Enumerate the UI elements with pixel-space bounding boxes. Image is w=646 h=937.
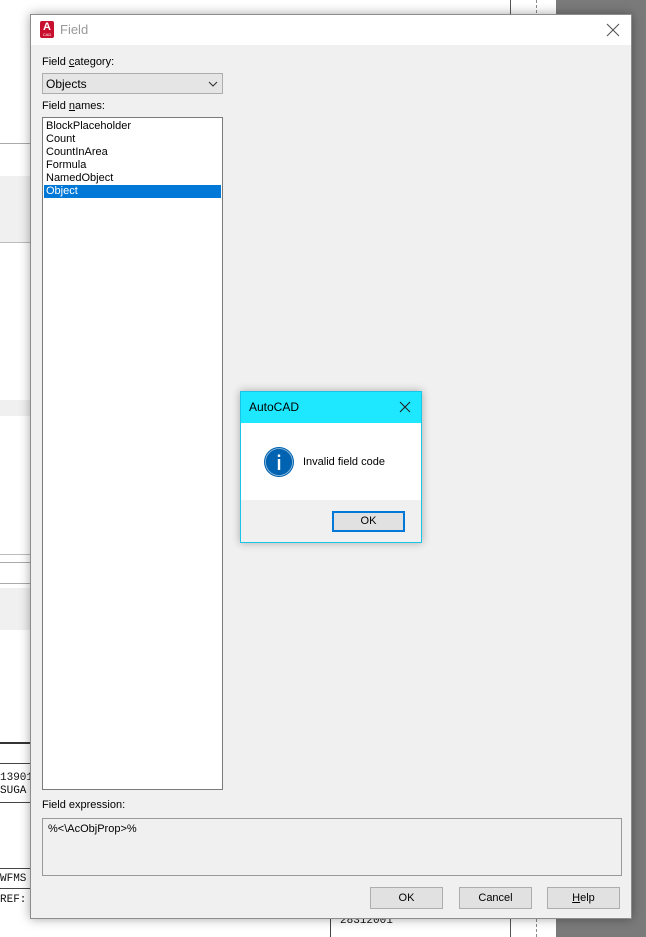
background-panel [0,143,30,630]
info-icon [264,447,294,477]
list-item[interactable]: Formula [44,159,221,172]
drawing-text: 13901 [0,772,34,784]
field-expression-box[interactable]: %<\AcObjProp>% [42,818,622,876]
field-category-dropdown[interactable]: Objects [42,73,223,94]
close-icon[interactable] [601,18,625,42]
message-text: Invalid field code [303,456,385,468]
drawing-line [0,868,30,869]
list-item-selected[interactable]: Object [44,185,221,198]
autocad-message-box: AutoCAD Invalid field code OK [240,391,422,543]
message-box-footer: OK [241,500,421,542]
field-expression-value: %<\AcObjProp>% [48,823,137,835]
background-panel-strip [0,176,30,242]
field-category-value: Objects [46,77,87,91]
field-category-label: Field category: [42,56,115,68]
message-box-title: AutoCAD [249,400,300,414]
drawing-line [0,802,30,803]
background-panel-footer [0,588,30,630]
ok-button[interactable]: OK [370,887,443,909]
dialog-title: Field [60,22,89,37]
cancel-button[interactable]: Cancel [459,887,532,909]
list-item[interactable]: Count [44,133,221,146]
drawing-line [0,763,30,764]
chevron-down-icon [208,81,218,87]
drawing-line [0,888,30,889]
field-names-label: Field names: [42,100,105,112]
background-panel-divider [0,554,30,555]
drawing-text: WFMS [0,873,27,885]
app-icon-sub: CAD [42,32,52,37]
background-panel-field [0,562,30,584]
drawing-text: SUGA [0,785,27,797]
list-item[interactable]: CountInArea [44,146,221,159]
list-item[interactable]: NamedObject [44,172,221,185]
background-panel-divider [0,242,30,243]
autocad-app-icon: A CAD [40,21,54,38]
message-box-titlebar[interactable]: AutoCAD [241,392,421,423]
field-expression-label: Field expression: [42,799,126,811]
list-item[interactable]: BlockPlaceholder [44,120,221,133]
dialog-titlebar[interactable]: A CAD Field [31,15,631,45]
background-panel-strip [0,400,30,416]
close-icon[interactable] [395,397,415,417]
help-button[interactable]: Help [547,887,620,909]
message-ok-button[interactable]: OK [332,511,405,532]
field-names-list[interactable]: BlockPlaceholder Count CountInArea Formu… [42,117,223,790]
